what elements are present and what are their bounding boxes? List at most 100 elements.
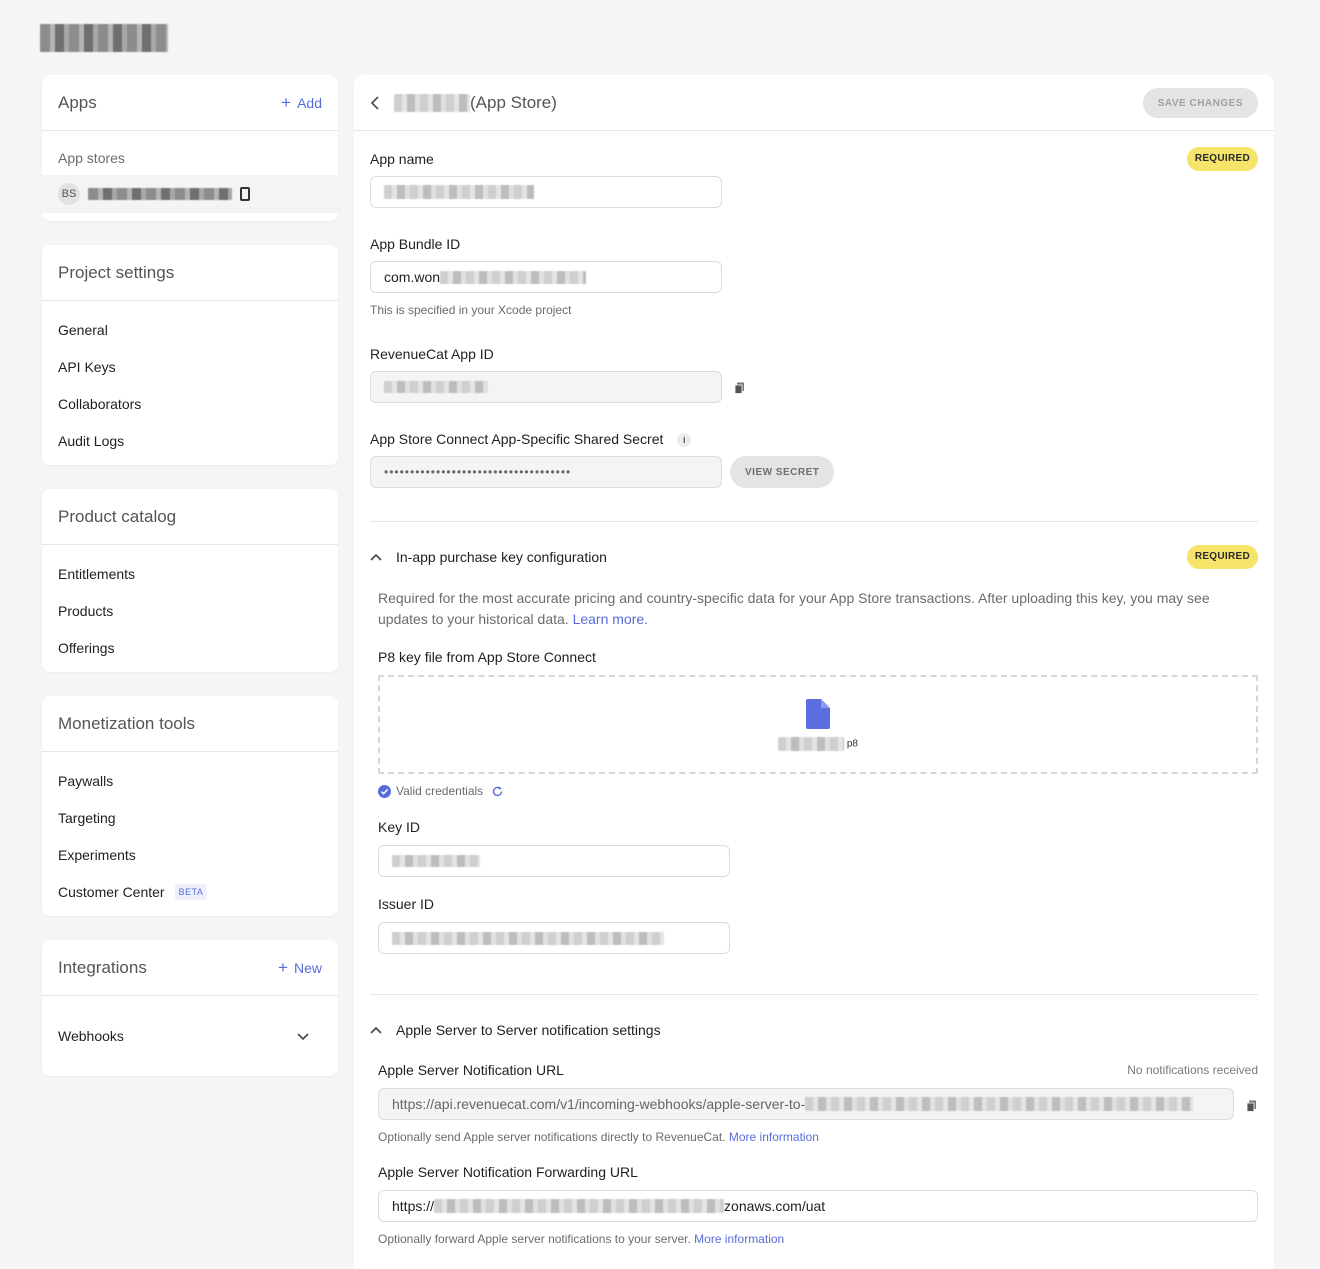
shared-secret-label: App Store Connect App-Specific Shared Se… [370,431,664,447]
nav-audit-logs[interactable]: Audit Logs [42,422,338,459]
shared-secret-field[interactable]: •••••••••••••••••••••••••••••••••••• [370,456,722,488]
bundle-id-field[interactable]: com.won [370,261,722,293]
nav-api-keys[interactable]: API Keys [42,348,338,385]
nav-customer-center[interactable]: Customer Center BETA [42,873,338,910]
issuer-id-value-redacted [392,931,664,945]
fwd-url-suffix: zonaws.com/uat [724,1198,826,1214]
bundle-id-label: App Bundle ID [370,236,461,252]
chevron-up-icon [370,553,382,561]
refresh-icon[interactable] [491,785,504,798]
valid-credentials-text: Valid credentials [396,784,484,798]
view-secret-button[interactable]: VIEW SECRET [730,456,835,488]
iap-section-toggle[interactable]: In-app purchase key configuration [370,549,607,565]
nav-experiments[interactable]: Experiments [42,836,338,873]
iap-description-block: Required for the most accurate pricing a… [378,588,1258,630]
nav-paywalls[interactable]: Paywalls [42,762,338,799]
apps-title: Apps [58,92,97,112]
fwd-more-info-link[interactable]: More information [694,1232,784,1246]
new-integration-label: New [293,959,322,976]
s2s-section-title: Apple Server to Server notification sett… [396,1022,661,1038]
required-badge: REQUIRED [1186,545,1258,569]
iap-section-title: In-app purchase key configuration [396,549,607,565]
nav-general[interactable]: General [42,311,338,348]
plus-icon: + [278,958,288,977]
p8-file-ext: p8 [846,738,858,750]
learn-more-link[interactable]: Learn more. [573,611,648,627]
app-store-item[interactable]: BS [42,175,338,213]
valid-credentials-row: Valid credentials [378,784,504,798]
issuer-id-field[interactable] [378,922,730,954]
product-catalog-header: Product catalog [42,489,338,545]
bundle-id-value: com.won [384,269,441,285]
apps-card-header: Apps + Add [42,75,338,131]
nav-entitlements[interactable]: Entitlements [42,555,338,592]
section-divider [370,521,1258,522]
chevron-down-icon[interactable] [296,1029,310,1043]
chevron-up-icon [370,1026,382,1034]
bundle-id-help: This is specified in your Xcode project [370,303,572,317]
plus-icon: + [281,93,292,112]
copy-icon[interactable] [734,382,746,394]
new-integration-button[interactable]: + New [278,959,322,976]
p8-file-dropzone[interactable]: p8 [378,675,1258,774]
project-settings-title: Project settings [58,262,175,282]
iap-description: Required for the most accurate pricing a… [378,590,1210,627]
app-detail-panel: (App Store) SAVE CHANGES App name REQUIR… [354,75,1274,1269]
fwd-help-row: Optionally forward Apple server notifica… [378,1232,784,1246]
app-stores-subheading: App stores [58,150,125,166]
app-name-value-redacted [384,185,534,199]
nav-products[interactable]: Products [42,592,338,629]
p8-file-name: p8 [380,737,1256,751]
nav-collaborators[interactable]: Collaborators [42,385,338,422]
notif-url-value: https://api.revenuecat.com/v1/incoming-w… [392,1096,806,1112]
fwd-url-field[interactable]: https:// zonaws.com/uat [378,1190,1258,1222]
rc-app-id-field[interactable] [370,371,722,403]
page-title-redacted [40,24,168,52]
nav-targeting[interactable]: Targeting [42,799,338,836]
integrations-title: Integrations [58,957,147,977]
notif-more-info-link[interactable]: More information [729,1130,819,1144]
product-catalog-title: Product catalog [58,506,177,526]
back-arrow-icon[interactable] [370,95,380,110]
check-circle-icon [378,784,391,798]
key-id-field[interactable] [378,845,730,877]
key-id-label: Key ID [378,819,421,835]
fwd-url-prefix: https:// [392,1198,435,1214]
integrations-header: Integrations + New [42,940,338,996]
project-settings-card: Project settings General API Keys Collab… [42,245,338,465]
add-app-button[interactable]: + Add [281,94,322,111]
notif-url-field[interactable]: https://api.revenuecat.com/v1/incoming-w… [378,1088,1234,1120]
nav-webhooks[interactable]: Webhooks [42,1017,338,1054]
integrations-card: Integrations + New Webhooks [42,940,338,1076]
app-name-section: App name REQUIRED [370,147,1258,177]
app-detail-header: (App Store) SAVE CHANGES [354,75,1274,131]
fwd-url-label: Apple Server Notification Forwarding URL [378,1164,638,1180]
project-settings-header: Project settings [42,245,338,301]
fwd-help: Optionally forward Apple server notifica… [378,1232,691,1246]
beta-badge: BETA [174,883,208,900]
shared-secret-label-row: App Store Connect App-Specific Shared Se… [370,431,692,448]
bundle-id-value-redacted [440,270,587,284]
apps-card: Apps + Add App stores BS [42,75,338,221]
app-title-redacted [394,93,470,112]
file-icon [806,699,830,729]
section-divider [370,994,1258,995]
copy-icon[interactable] [1246,1100,1258,1112]
save-changes-button[interactable]: SAVE CHANGES [1142,88,1258,118]
issuer-id-label: Issuer ID [378,896,435,912]
monetization-title: Monetization tools [58,713,196,733]
app-name-label: App name [370,151,434,167]
app-name-field[interactable] [370,176,722,208]
p8-label: P8 key file from App Store Connect [378,649,596,665]
s2s-section-toggle[interactable]: Apple Server to Server notification sett… [370,1022,661,1038]
info-icon[interactable]: i [677,433,692,448]
nav-offerings[interactable]: Offerings [42,629,338,666]
notif-status: No notifications received [1127,1063,1258,1077]
key-id-value-redacted [392,855,480,867]
monetization-header: Monetization tools [42,696,338,752]
rc-app-id-label: RevenueCat App ID [370,346,494,362]
nav-customer-center-label: Customer Center [58,883,165,900]
apple-store-icon [240,187,250,201]
notif-url-value-redacted [805,1097,1194,1111]
add-app-label: Add [297,94,322,111]
